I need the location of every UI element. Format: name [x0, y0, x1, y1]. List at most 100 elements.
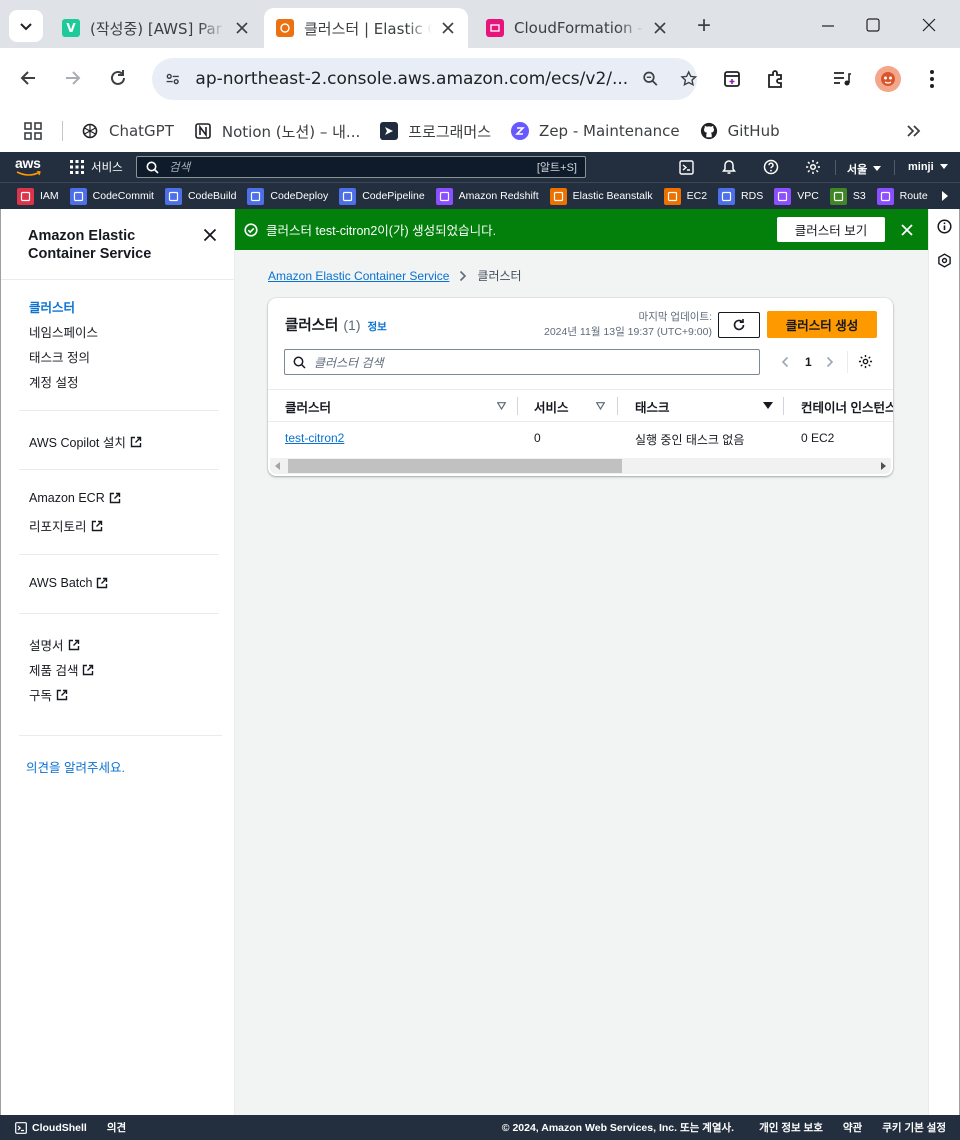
favorite-service-route[interactable]: Route — [876, 187, 928, 205]
feedback-link[interactable]: 의견을 알려주세요. — [26, 757, 125, 776]
favorite-service-iam[interactable]: IAM — [17, 187, 59, 205]
bookmark-star-icon[interactable] — [679, 69, 697, 89]
sort-icon[interactable] — [596, 402, 605, 410]
tab-search-button[interactable] — [9, 10, 43, 42]
region-selector[interactable]: 서울 — [847, 161, 882, 177]
info-panel-icon[interactable] — [937, 219, 952, 234]
nav-item-batch[interactable]: AWS Batch — [29, 576, 108, 590]
breadcrumb-root-link[interactable]: Amazon Elastic Container Service — [268, 269, 449, 283]
settings-gear-icon[interactable] — [805, 159, 821, 175]
favorite-service-vpc[interactable]: VPC — [774, 187, 819, 205]
scroll-left-icon[interactable] — [275, 462, 281, 470]
close-icon[interactable] — [440, 20, 456, 36]
service-label: VPC — [797, 190, 819, 202]
nav-item-copilot[interactable]: AWS Copilot 설치 — [29, 432, 142, 451]
feedback-link[interactable]: 의견 — [107, 1120, 126, 1135]
create-cluster-button[interactable]: 클러스터 생성 — [767, 311, 877, 338]
url-text[interactable]: ap-northeast-2.console.aws.amazon.com/ec… — [195, 69, 628, 89]
bookmark-github[interactable]: GitHub — [700, 122, 780, 140]
nav-item-namespaces[interactable]: 네임스페이스 — [29, 322, 98, 341]
help-icon[interactable] — [763, 159, 779, 175]
more-menu-icon[interactable] — [922, 68, 942, 90]
column-header-container-instances[interactable]: 컨테이너 인스턴스 — [801, 390, 893, 421]
scrollbar-thumb[interactable] — [288, 459, 622, 473]
extensions-puzzle-icon[interactable] — [765, 68, 787, 90]
aws-search-input[interactable]: 검색 [알트+S] — [136, 156, 586, 178]
browser-tab-3[interactable]: CloudFormation - — [474, 8, 680, 48]
nav-item-account-settings[interactable]: 계정 설정 — [29, 372, 78, 391]
extension-notebook-icon[interactable] — [722, 69, 742, 89]
address-bar[interactable]: ap-northeast-2.console.aws.amazon.com/ec… — [152, 58, 697, 100]
close-icon[interactable] — [652, 20, 668, 36]
favorite-service-elastic-beanstalk[interactable]: Elastic Beanstalk — [549, 187, 653, 205]
nav-item-task-definitions[interactable]: 태스크 정의 — [29, 347, 90, 366]
new-tab-button[interactable]: + — [690, 12, 718, 40]
cookie-preferences-link[interactable]: 쿠키 기본 설정 — [882, 1120, 946, 1135]
current-page[interactable]: 1 — [805, 355, 812, 369]
privacy-link[interactable]: 개인 정보 보호 — [759, 1120, 823, 1135]
tutorial-panel-icon[interactable] — [937, 253, 952, 268]
notifications-bell-icon[interactable] — [721, 159, 737, 175]
clusters-table-panel: 클러스터 (1) 정보 마지막 업데이트: 2024년 11월 13일 19:3… — [268, 298, 893, 476]
favorite-service-s3[interactable]: S3 — [829, 187, 866, 205]
account-menu[interactable]: minji — [908, 161, 948, 173]
favorite-service-codepipeline[interactable]: CodePipeline — [339, 187, 425, 205]
favorite-service-codebuild[interactable]: CodeBuild — [164, 187, 236, 205]
cluster-search-input[interactable]: 클러스터 검색 — [284, 349, 760, 375]
nav-item-repositories[interactable]: 리포지토리 — [29, 516, 103, 535]
favorite-service-codedeploy[interactable]: CodeDeploy — [247, 187, 328, 205]
bookmark-chatgpt[interactable]: ChatGPT — [81, 122, 174, 140]
browser-tab-2[interactable]: 클러스터 | Elastic C — [264, 8, 468, 48]
terms-link[interactable]: 약관 — [843, 1120, 862, 1135]
apps-grid-icon[interactable] — [24, 122, 42, 140]
previous-page-icon[interactable] — [780, 356, 790, 368]
cluster-name-link[interactable]: test-citron2 — [285, 431, 344, 445]
close-navigation-icon[interactable] — [203, 228, 217, 242]
profile-avatar[interactable] — [875, 66, 901, 92]
sidenav-title[interactable]: Amazon Elastic Container Service — [28, 227, 151, 263]
favorite-service-amazon-redshift[interactable]: Amazon Redshift — [435, 187, 539, 205]
scroll-favorites-right-icon[interactable] — [940, 190, 950, 202]
nav-item-documentation[interactable]: 설명서 — [29, 635, 80, 654]
cloudshell-icon[interactable] — [15, 1121, 27, 1134]
column-header-cluster[interactable]: 클러스터 — [285, 390, 331, 421]
view-cluster-button[interactable]: 클러스터 보기 — [777, 217, 885, 242]
minimize-icon[interactable] — [820, 18, 836, 34]
preferences-gear-icon[interactable] — [858, 354, 873, 369]
bookmark-zep[interactable]: Zep - Maintenance — [511, 122, 680, 140]
site-settings-icon[interactable] — [164, 69, 181, 89]
sort-icon[interactable] — [497, 402, 506, 410]
aws-logo[interactable]: aws — [15, 156, 45, 178]
nav-item-clusters[interactable]: 클러스터 — [29, 297, 75, 316]
maximize-icon[interactable] — [865, 17, 881, 33]
info-link[interactable]: 정보 — [368, 319, 387, 334]
horizontal-scrollbar[interactable] — [270, 458, 891, 474]
window-close-icon[interactable] — [921, 17, 937, 33]
reload-icon[interactable] — [108, 68, 128, 88]
media-queue-icon[interactable] — [832, 69, 852, 89]
bookmark-programmers[interactable]: 프로그래머스 — [380, 121, 491, 142]
column-header-tasks[interactable]: 태스크 — [635, 390, 670, 421]
back-arrow-icon[interactable] — [18, 68, 38, 88]
close-icon[interactable] — [234, 20, 250, 36]
bookmark-notion[interactable]: Notion (노션) – 내... — [194, 121, 360, 142]
favorite-service-ec2[interactable]: EC2 — [663, 187, 707, 205]
column-header-services[interactable]: 서비스 — [534, 390, 569, 421]
forward-arrow-icon[interactable] — [63, 68, 83, 88]
dismiss-icon[interactable] — [901, 223, 913, 236]
nav-item-subscribe[interactable]: 구독 — [29, 685, 68, 704]
nav-item-ecr[interactable]: Amazon ECR — [29, 491, 121, 505]
cloudshell-link[interactable]: CloudShell — [32, 1122, 87, 1134]
zoom-icon[interactable] — [642, 69, 659, 89]
sort-descending-icon[interactable] — [763, 402, 773, 410]
cloudshell-icon[interactable] — [679, 160, 694, 175]
services-menu-button[interactable]: 서비스 — [70, 159, 123, 175]
next-page-icon[interactable] — [825, 356, 835, 368]
more-bookmarks-icon[interactable] — [906, 124, 922, 138]
scroll-right-icon[interactable] — [880, 462, 886, 470]
refresh-button[interactable] — [718, 312, 760, 338]
favorite-service-rds[interactable]: RDS — [718, 187, 763, 205]
nav-item-product-search[interactable]: 제품 검색 — [29, 660, 94, 679]
favorite-service-codecommit[interactable]: CodeCommit — [69, 187, 154, 205]
browser-tab-1[interactable]: V (작성중) [AWS] Par — [50, 8, 262, 48]
